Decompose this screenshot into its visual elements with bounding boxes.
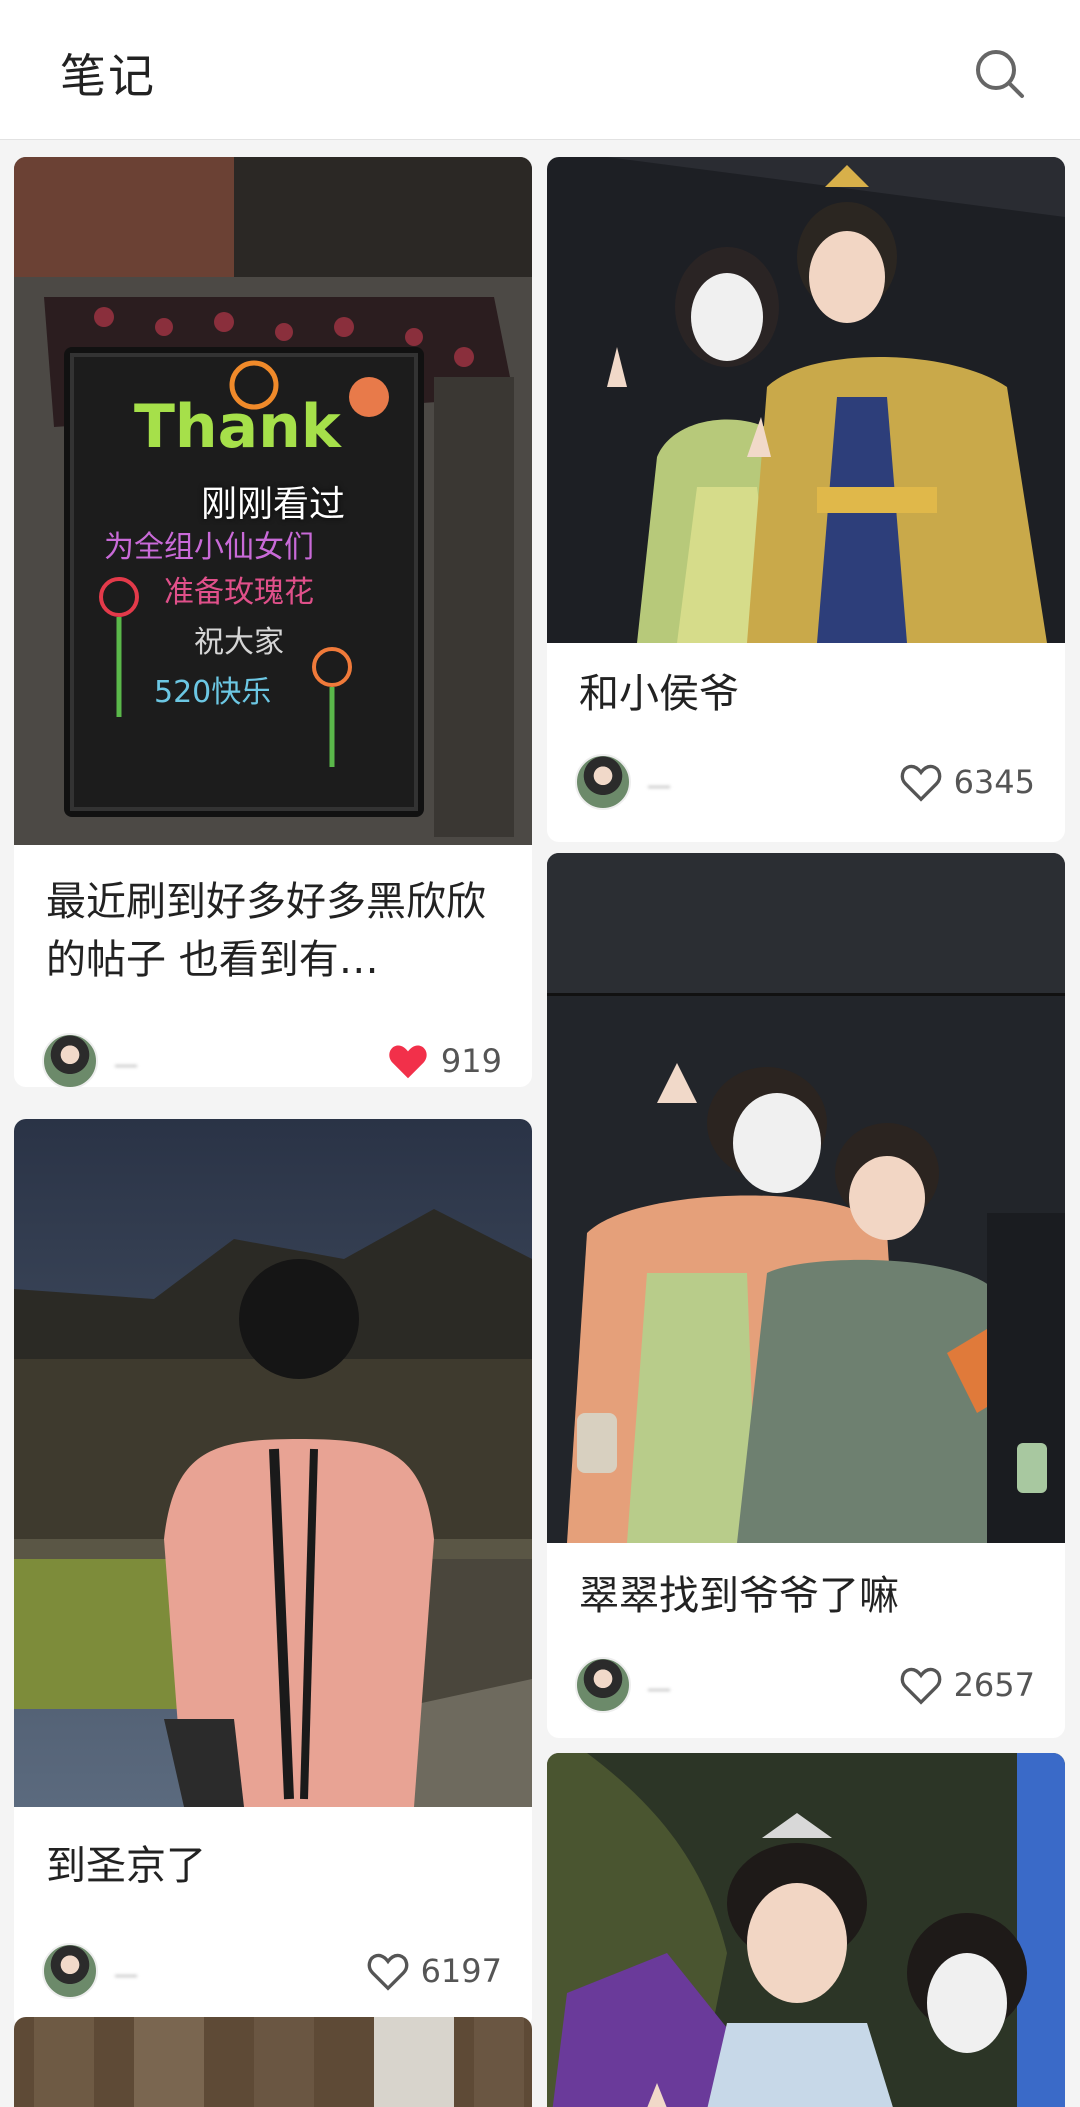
note-card[interactable] — [14, 2017, 532, 2107]
svg-text:准备玫瑰花: 准备玫瑰花 — [164, 575, 314, 610]
recently-viewed-badge: 刚刚看过 — [200, 484, 345, 525]
author-name[interactable]: 一 — [114, 1957, 224, 1991]
note-cover-image[interactable] — [547, 157, 1065, 643]
heart-outline-icon — [900, 1667, 941, 1705]
note-card[interactable]: 翠翠找到爷爷了嘛 一 2657 — [547, 853, 1065, 1738]
heart-outline-icon — [900, 764, 941, 802]
note-cover-image[interactable] — [547, 1753, 1065, 2107]
note-cover-image[interactable] — [14, 1119, 532, 1807]
search-button[interactable] — [970, 44, 1030, 104]
like-count: 6345 — [953, 763, 1035, 801]
svg-text:为全组小仙女们: 为全组小仙女们 — [104, 530, 314, 565]
author-name[interactable]: 一 — [647, 768, 757, 802]
svg-text:祝大家: 祝大家 — [194, 625, 284, 660]
costume-girls-photo — [547, 853, 1065, 1543]
author-name[interactable]: 一 — [114, 1047, 224, 1081]
like-button[interactable]: 919 — [385, 1033, 502, 1087]
app-header: 笔记 — [0, 0, 1080, 140]
night-courtyard-photo — [14, 1119, 532, 1807]
note-cover-image[interactable] — [14, 2017, 532, 2107]
like-button[interactable]: 6345 — [898, 754, 1035, 810]
svg-text:520快乐: 520快乐 — [154, 675, 271, 710]
page-title: 笔记 — [60, 49, 156, 103]
author-avatar[interactable] — [575, 754, 631, 810]
author-name[interactable]: 一 — [647, 1671, 757, 1705]
author-avatar[interactable] — [575, 1657, 631, 1713]
note-title[interactable]: 最近刷到好多好多黑欣欣的帖子 也看到有… — [46, 873, 500, 989]
author-avatar[interactable] — [42, 1943, 98, 1999]
note-card[interactable]: 到圣京了 一 6197 — [14, 1119, 532, 2029]
note-cover-image[interactable] — [547, 853, 1065, 1543]
like-button[interactable]: 6197 — [365, 1943, 502, 1999]
author-avatar[interactable] — [42, 1033, 98, 1087]
costume-duo-photo — [547, 157, 1065, 643]
notes-feed[interactable]: Thank 为全组小仙女们 准备玫瑰花 祝大家 520快乐 刚刚看过 最近刷到好… — [0, 141, 1080, 2107]
like-count: 6197 — [420, 1952, 502, 1990]
note-title[interactable]: 翠翠找到爷爷了嘛 — [579, 1567, 1033, 1625]
note-card[interactable] — [547, 1753, 1065, 2107]
note-card[interactable]: 和小侯爷 一 6345 — [547, 157, 1065, 842]
search-icon — [976, 50, 1024, 98]
costume-pair-photo — [547, 1753, 1065, 2107]
like-count: 919 — [440, 1042, 502, 1080]
note-title[interactable]: 到圣京了 — [46, 1837, 500, 1895]
heart-outline-icon — [367, 1953, 408, 1991]
like-button[interactable]: 2657 — [898, 1657, 1035, 1713]
wooden-door-photo — [14, 2017, 532, 2107]
like-count: 2657 — [953, 1666, 1035, 1704]
heart-filled-icon — [389, 1045, 427, 1079]
note-card[interactable]: Thank 为全组小仙女们 准备玫瑰花 祝大家 520快乐 刚刚看过 最近刷到好… — [14, 157, 532, 1087]
note-title[interactable]: 和小侯爷 — [579, 665, 1033, 723]
